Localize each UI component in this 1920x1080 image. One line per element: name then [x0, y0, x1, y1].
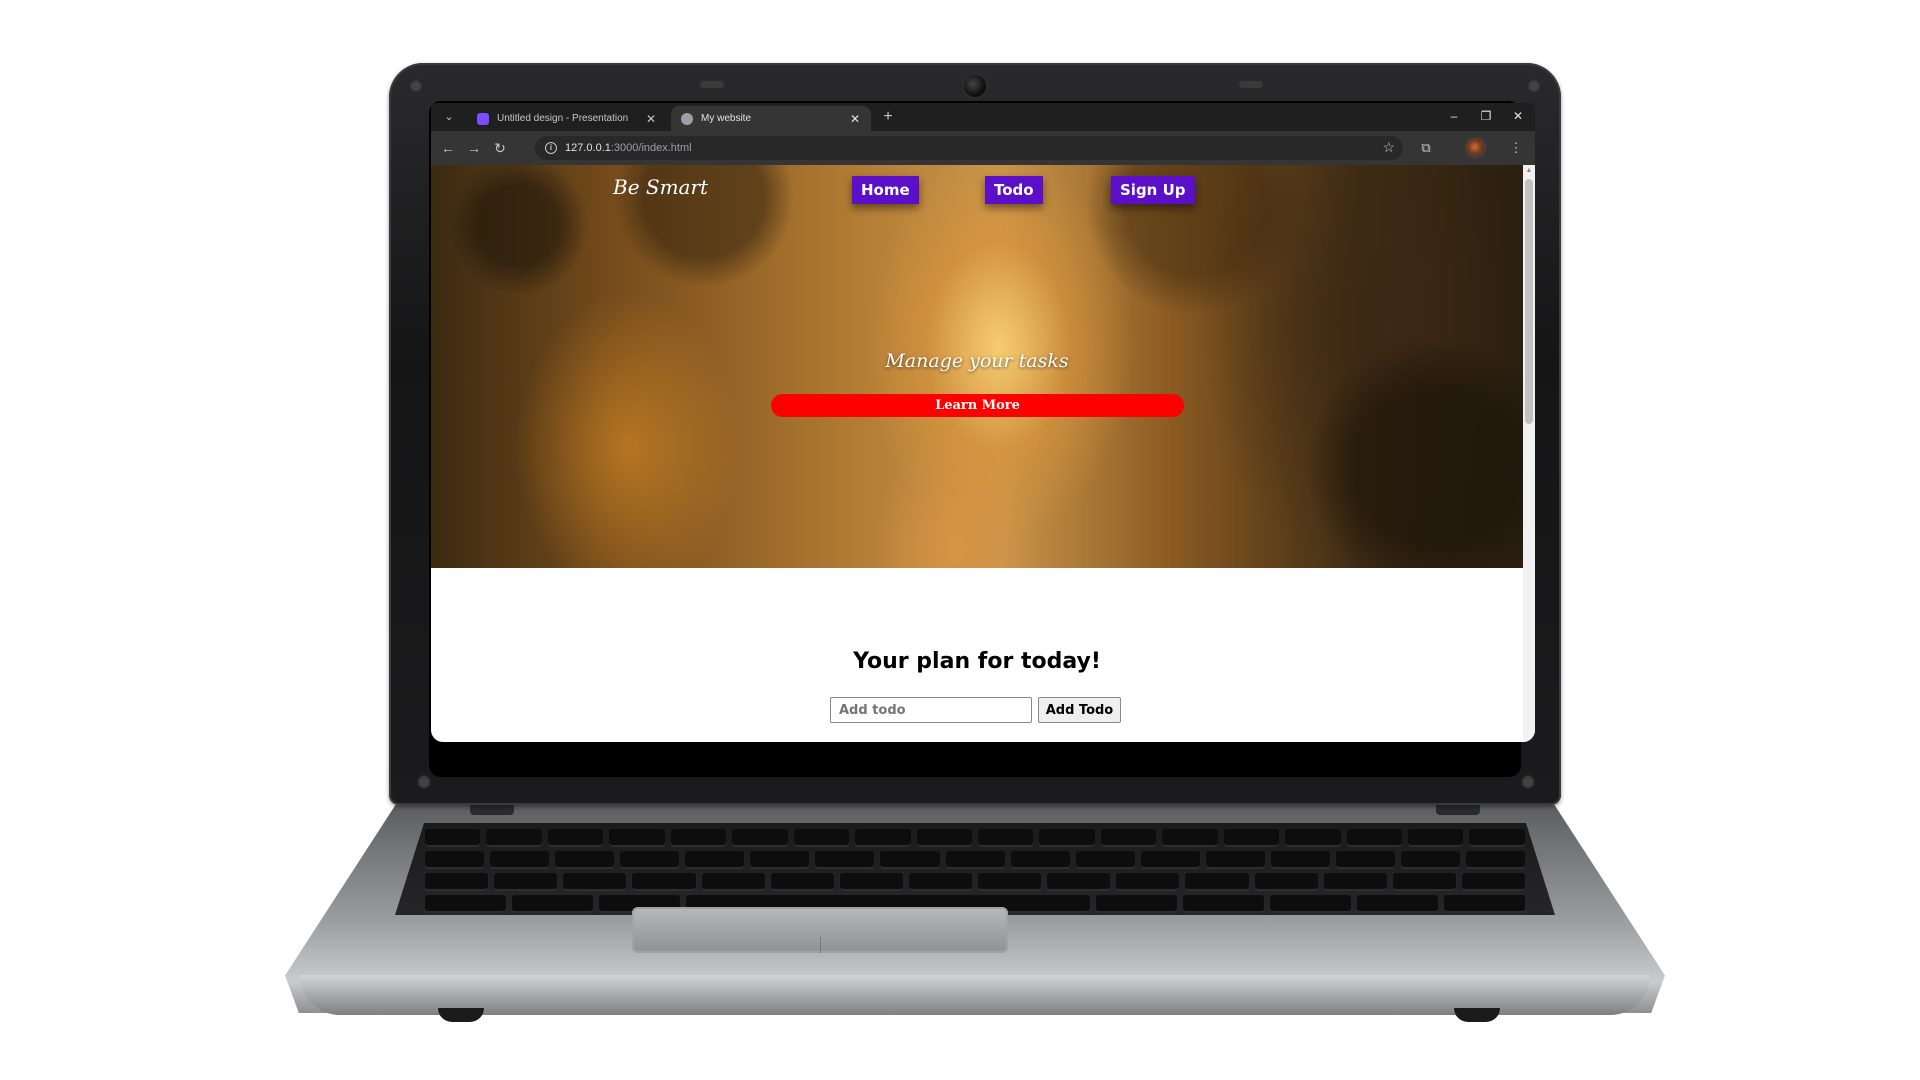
browser-window: ⌄ Untitled design - Presentation ✕ My we… [431, 103, 1535, 742]
tab-title: My website [701, 113, 752, 124]
lid-vent [700, 81, 724, 88]
todo-heading: Your plan for today! [853, 649, 1101, 674]
laptop-front-edge [300, 975, 1650, 1015]
nav-signup-link[interactable]: Sign Up [1111, 176, 1195, 204]
profile-avatar[interactable] [1465, 137, 1487, 159]
extensions-icon[interactable]: ⧉ [1417, 139, 1435, 157]
close-icon[interactable]: ✕ [847, 112, 863, 126]
tab-untitled-design[interactable]: Untitled design - Presentation ✕ [467, 106, 667, 131]
scroll-up-arrow-icon[interactable]: ▲ [1523, 165, 1535, 177]
keyboard [395, 823, 1555, 915]
hero-tagline: Manage your tasks [885, 350, 1069, 372]
page-viewport: Be Smart Home Todo Sign Up Manage your t… [431, 165, 1535, 742]
add-todo-button[interactable]: Add Todo [1038, 697, 1121, 723]
lid-screw [417, 775, 431, 789]
site-info-icon[interactable]: i [545, 142, 557, 154]
brand-logo[interactable]: Be Smart [613, 175, 708, 199]
laptop-foot [1454, 1008, 1500, 1022]
globe-favicon-icon [681, 112, 693, 125]
laptop-foot [438, 1008, 484, 1022]
webcam-icon [964, 75, 986, 97]
page-scrollbar[interactable]: ▲ [1523, 165, 1535, 742]
add-todo-input[interactable] [830, 697, 1032, 723]
forward-icon[interactable]: → [465, 139, 483, 157]
learn-more-button[interactable]: Learn More [771, 394, 1184, 417]
nav-todo-link[interactable]: Todo [985, 176, 1043, 204]
lid-screw [409, 79, 423, 93]
menu-icon[interactable]: ⋮ [1507, 139, 1525, 157]
browser-toolbar: ← → ↻ i 127.0.0.1:3000/index.html ☆ ⧉ ⋮ [431, 131, 1535, 165]
scrollbar-thumb[interactable] [1525, 179, 1533, 424]
reload-icon[interactable]: ↻ [491, 139, 509, 157]
lid-screw [1521, 775, 1535, 789]
canva-favicon-icon [477, 112, 489, 125]
back-icon[interactable]: ← [439, 139, 457, 157]
touchpad [632, 907, 1008, 953]
hero-banner: Be Smart Home Todo Sign Up Manage your t… [431, 165, 1523, 568]
address-bar[interactable]: i 127.0.0.1:3000/index.html ☆ [535, 136, 1403, 160]
tab-title: Untitled design - Presentation [497, 113, 629, 124]
window-close-icon[interactable]: ✕ [1507, 107, 1529, 125]
close-icon[interactable]: ✕ [643, 112, 659, 126]
tab-my-website[interactable]: My website ✕ [671, 106, 871, 131]
minimize-icon[interactable]: – [1443, 107, 1465, 125]
new-tab-plus-icon[interactable]: + [879, 108, 897, 126]
bookmark-star-icon[interactable]: ☆ [1382, 139, 1395, 156]
tab-search-chevron-icon[interactable]: ⌄ [441, 109, 457, 125]
restore-icon[interactable]: ❐ [1475, 107, 1497, 125]
tab-strip: ⌄ Untitled design - Presentation ✕ My we… [431, 103, 1535, 131]
lid-vent [1239, 81, 1263, 88]
hinge [1436, 805, 1480, 815]
hinge [470, 805, 514, 815]
nav-home-link[interactable]: Home [852, 176, 919, 204]
url-host: 127.0.0.1 [565, 142, 611, 154]
lid-screw [1527, 79, 1541, 93]
url-path: :3000/index.html [610, 142, 692, 154]
